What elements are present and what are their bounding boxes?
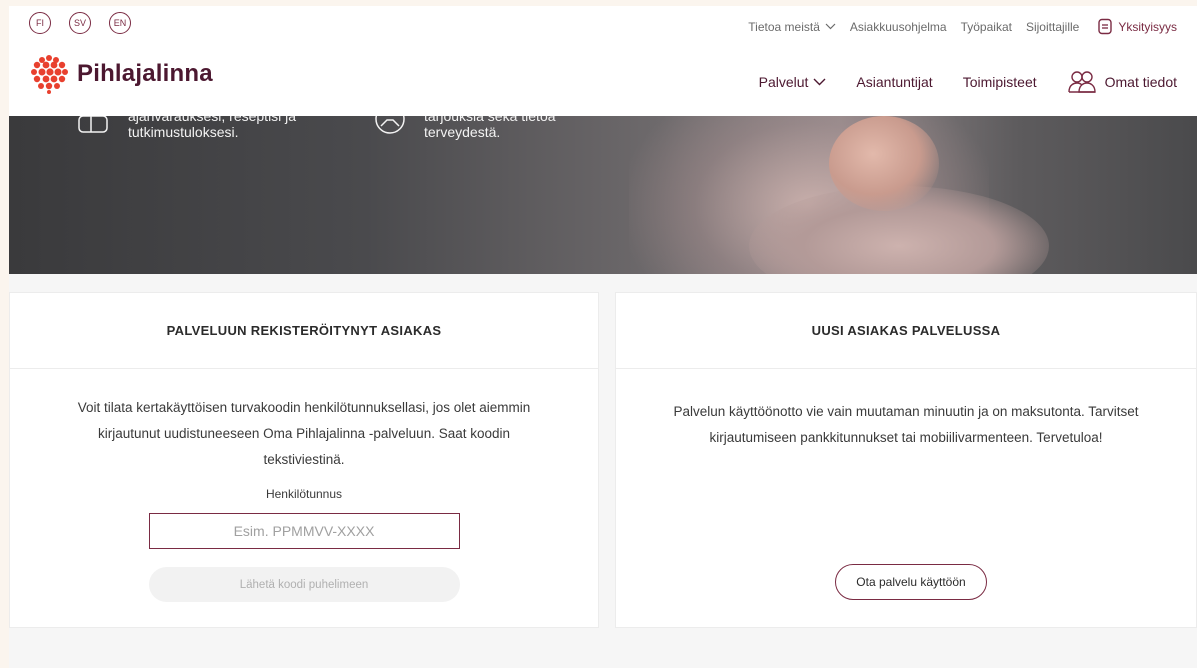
topnav-about-label: Tietoa meistä — [748, 19, 820, 34]
main-navigation: Palvelut Asiantuntijat Toimipisteet Omat… — [729, 70, 1177, 94]
chevron-down-icon — [825, 23, 836, 30]
brand-name: Pihlajalinna — [77, 60, 213, 87]
registered-description-line3: tekstiviestinä. — [263, 452, 345, 467]
new-customer-description-line2: kirjautumiseen pankkitunnukset tai mobii… — [709, 430, 1103, 445]
person-circle-icon — [375, 116, 405, 134]
hero-right-line2: terveydestä. — [424, 124, 501, 140]
language-sv-button[interactable]: SV — [69, 12, 91, 34]
hero-left-text: ajanvarauksesi, reseptisi ja tutkimustul… — [128, 116, 296, 140]
hero-right-text: tarjouksia sekä tietoa terveydestä. — [424, 116, 556, 140]
brand-logo[interactable]: Pihlajalinna — [29, 54, 213, 94]
document-icon — [1098, 18, 1113, 35]
hero-banner: ajanvarauksesi, reseptisi ja tutkimustul… — [9, 116, 1197, 274]
top-navigation: Tietoa meistä Asiakkuusohjelma Työpaikat… — [734, 18, 1177, 35]
language-fi-button[interactable]: FI — [29, 12, 51, 34]
hero-right-line1: tarjouksia sekä tietoa — [424, 116, 556, 124]
site-header: FI SV EN Tietoa meistä Asiakkuusohjelma … — [9, 6, 1197, 116]
topnav-privacy-link[interactable]: Yksityisyys — [1097, 18, 1177, 35]
mainnav-locations-link[interactable]: Toimipisteet — [963, 74, 1037, 90]
mainnav-my-info-link[interactable]: Omat tiedot — [1067, 70, 1177, 94]
start-service-button[interactable]: Ota palvelu käyttöön — [835, 564, 987, 600]
hero-left-line1: ajanvarauksesi, reseptisi ja — [128, 116, 297, 124]
registered-description-line1: Voit tilata kertakäyttöisen turvakoodin … — [77, 400, 531, 415]
page: FI SV EN Tietoa meistä Asiakkuusohjelma … — [9, 6, 1197, 668]
language-en-button[interactable]: EN — [109, 12, 131, 34]
topnav-privacy-label: Yksityisyys — [1118, 19, 1177, 34]
new-customer-card-title: UUSI ASIAKAS PALVELUSSA — [616, 293, 1196, 369]
new-customer-card-body: Palvelun käyttöönotto vie vain muutaman … — [616, 369, 1196, 451]
topnav-investors-link[interactable]: Sijoittajille — [1026, 20, 1079, 34]
new-customer-card: UUSI ASIAKAS PALVELUSSA Palvelun käyttöö… — [615, 292, 1197, 628]
registered-description-line2: kirjautunut uudistuneeseen Oma Pihlajali… — [97, 426, 511, 441]
hero-image-hand — [829, 116, 939, 211]
mainnav-services-label: Palvelut — [758, 74, 809, 90]
chevron-down-icon — [813, 78, 826, 86]
new-customer-description-line1: Palvelun käyttöönotto vie vain muutaman … — [673, 404, 1139, 419]
send-code-button[interactable]: Lähetä koodi puhelimeen — [148, 567, 460, 602]
registered-customer-card: PALVELUUN REKISTERÖITYNYT ASIAKAS Voit t… — [9, 292, 599, 628]
hero-left-line2: tutkimustuloksesi. — [128, 124, 239, 140]
topnav-about-link[interactable]: Tietoa meistä — [748, 20, 836, 34]
mainnav-my-info-label: Omat tiedot — [1104, 74, 1177, 90]
topnav-jobs-link[interactable]: Työpaikat — [961, 20, 1012, 34]
rowan-berries-logo-icon — [31, 55, 68, 94]
people-icon — [1067, 71, 1096, 93]
topnav-loyalty-link[interactable]: Asiakkuusohjelma — [850, 20, 947, 34]
mainnav-experts-link[interactable]: Asiantuntijat — [856, 74, 932, 90]
registered-card-title: PALVELUUN REKISTERÖITYNYT ASIAKAS — [10, 293, 598, 369]
registered-card-body: Voit tilata kertakäyttöisen turvakoodin … — [10, 369, 598, 602]
calendar-icon — [78, 116, 108, 133]
ssn-field-label: Henkilötunnus — [265, 487, 343, 501]
ssn-input[interactable] — [148, 513, 460, 549]
mainnav-services-link[interactable]: Palvelut — [759, 74, 827, 90]
